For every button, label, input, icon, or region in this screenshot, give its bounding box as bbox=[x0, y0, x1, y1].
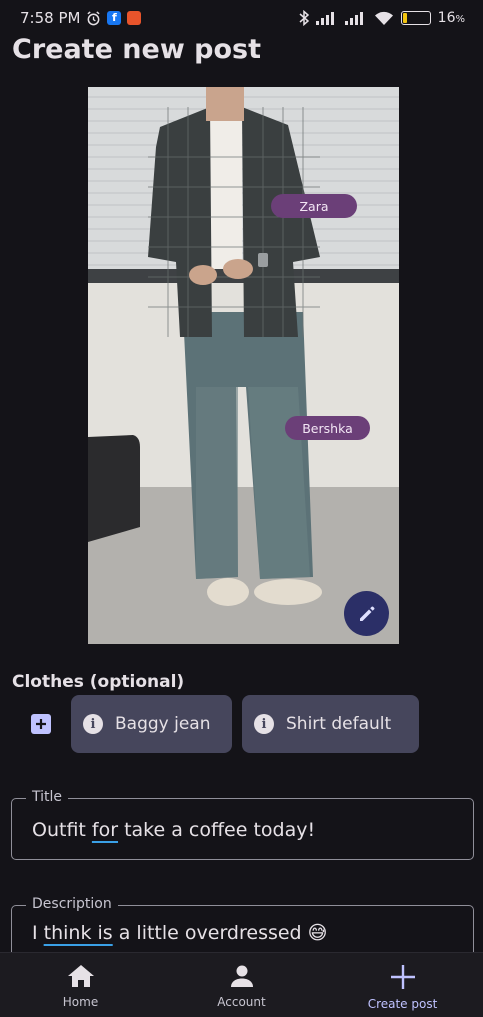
edit-photo-button[interactable] bbox=[344, 591, 389, 636]
post-photo[interactable]: Zara Bershka bbox=[88, 87, 399, 644]
battery-percent: 16% bbox=[437, 10, 465, 26]
battery-icon bbox=[400, 11, 431, 25]
nav-item-label: Home bbox=[62, 995, 99, 1009]
nav-item-label: Create post bbox=[367, 997, 438, 1011]
description-field-value[interactable]: I think is a little overdressed 😅 bbox=[32, 922, 327, 944]
signal-icon-2 bbox=[344, 11, 367, 25]
facebook-icon: f bbox=[107, 11, 122, 25]
clothes-section-label: Clothes (optional) bbox=[12, 672, 185, 692]
signal-icon bbox=[315, 11, 338, 25]
title-field-value[interactable]: Outfit for take a coffee today! bbox=[32, 819, 315, 841]
status-time: 7:58 PM bbox=[20, 9, 81, 27]
info-icon[interactable]: i bbox=[254, 714, 274, 734]
alarm-icon bbox=[86, 10, 101, 26]
home-icon bbox=[67, 965, 94, 987]
nav-item-create-post[interactable]: Create post bbox=[322, 953, 483, 1017]
nav-item-label: Account bbox=[217, 995, 266, 1009]
brand-tag-zara[interactable]: Zara bbox=[271, 194, 357, 218]
plus-icon bbox=[390, 965, 415, 989]
page-title: Create new post bbox=[12, 34, 262, 65]
brand-tag-bershka[interactable]: Bershka bbox=[285, 416, 370, 440]
brand-tag-label: Bershka bbox=[302, 420, 353, 436]
clothes-chip-shirt-default[interactable]: i Shirt default bbox=[242, 695, 419, 753]
app-notification-icon bbox=[127, 11, 142, 25]
plus-square-icon bbox=[36, 719, 46, 729]
clothes-chip-label: Baggy jean bbox=[115, 714, 211, 734]
bluetooth-icon bbox=[299, 10, 309, 26]
nav-item-account[interactable]: Account bbox=[161, 953, 322, 1017]
info-icon[interactable]: i bbox=[83, 714, 103, 734]
bottom-navigation: Home Account Create post bbox=[0, 952, 483, 1017]
brand-tag-label: Zara bbox=[299, 198, 329, 214]
title-field[interactable]: Title Outfit for take a coffee today! bbox=[11, 789, 474, 860]
clothes-chip-baggy-jean[interactable]: i Baggy jean bbox=[71, 695, 232, 753]
description-field-label: Description bbox=[26, 896, 118, 912]
add-clothes-button[interactable] bbox=[31, 714, 51, 734]
status-right: 16% bbox=[299, 10, 465, 26]
pencil-icon bbox=[359, 606, 374, 621]
person-icon bbox=[230, 965, 253, 987]
outfit-image bbox=[88, 87, 399, 644]
wifi-icon bbox=[374, 11, 394, 26]
status-bar: 7:58 PM f 16% bbox=[0, 0, 483, 36]
clothes-chip-label: Shirt default bbox=[286, 714, 392, 734]
status-left: 7:58 PM f bbox=[20, 9, 142, 27]
battery-level bbox=[402, 13, 407, 23]
title-field-label: Title bbox=[26, 789, 69, 805]
nav-item-home[interactable]: Home bbox=[0, 953, 161, 1017]
